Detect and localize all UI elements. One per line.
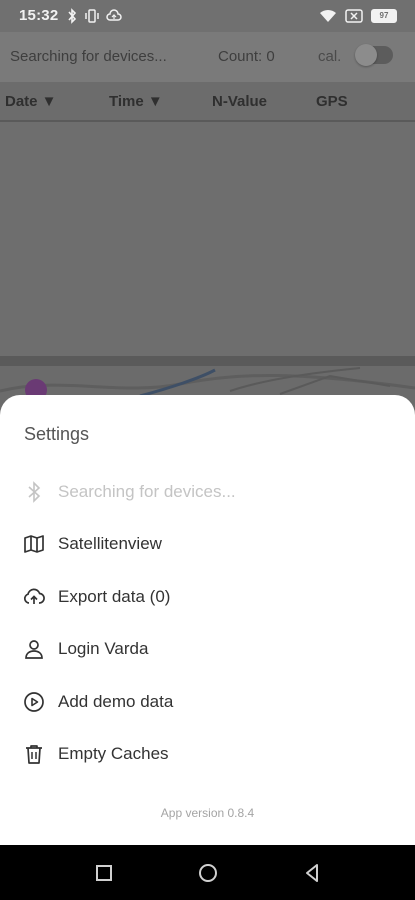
bluetooth-icon (28, 481, 41, 503)
menu-item-satelliteview[interactable]: Satellitenview (0, 518, 415, 568)
column-header-time[interactable]: Time ▼ (109, 93, 163, 110)
menu-item-add-demo-data[interactable]: Add demo data (0, 676, 415, 726)
search-status: Searching for devices... (10, 48, 167, 65)
device-count: Count: 0 (218, 48, 275, 65)
menu-item-label: Satellitenview (58, 534, 162, 553)
menu-item-export-data[interactable]: Export data (0) (0, 571, 415, 621)
map-icon (24, 535, 44, 553)
settings-sheet: Settings Searching for devices... Satell… (0, 395, 415, 845)
status-time: 15:32 (19, 7, 59, 24)
table-header: Date ▼ Time ▼ N-Value GPS (0, 82, 415, 122)
column-header-n-value: N-Value (212, 93, 268, 110)
menu-item-empty-caches[interactable]: Empty Caches (0, 728, 415, 778)
trash-icon (26, 745, 42, 764)
cloud-icon (106, 9, 122, 21)
sim-none-icon (345, 9, 363, 23)
table-divider (0, 356, 415, 366)
app-header: Searching for devices... Count: 0 cal. (0, 32, 415, 82)
navigation-bar (0, 845, 415, 900)
menu-item-login-varda[interactable]: Login Varda (0, 623, 415, 673)
cloud-upload-icon (23, 588, 45, 604)
menu-item-searching: Searching for devices... (0, 466, 415, 516)
menu-item-label: Searching for devices... (58, 482, 236, 501)
cal-toggle[interactable] (355, 44, 393, 66)
status-bar: 15:32 97 (0, 0, 415, 32)
column-header-date[interactable]: Date ▼ (5, 93, 57, 110)
bluetooth-icon (68, 8, 77, 24)
recents-square-icon[interactable] (92, 861, 116, 885)
menu-item-label: Export data (0) (58, 587, 171, 606)
data-table-body (0, 122, 415, 356)
battery-icon: 97 (371, 9, 397, 23)
menu-item-label: Add demo data (58, 692, 174, 711)
menu-item-label: Empty Caches (58, 744, 169, 763)
home-circle-icon[interactable] (196, 861, 220, 885)
sheet-title: Settings (24, 424, 90, 444)
menu-item-label: Login Varda (58, 639, 149, 658)
person-icon (25, 640, 43, 659)
cal-label: cal. (318, 48, 342, 65)
play-circle-icon (24, 692, 44, 712)
vibrate-icon (85, 9, 99, 23)
wifi-icon (320, 9, 336, 22)
column-header-gps: GPS (316, 93, 348, 110)
back-triangle-icon[interactable] (300, 861, 324, 885)
cal-toggle-knob (355, 44, 377, 66)
app-version: App version 0.8.4 (160, 806, 255, 820)
